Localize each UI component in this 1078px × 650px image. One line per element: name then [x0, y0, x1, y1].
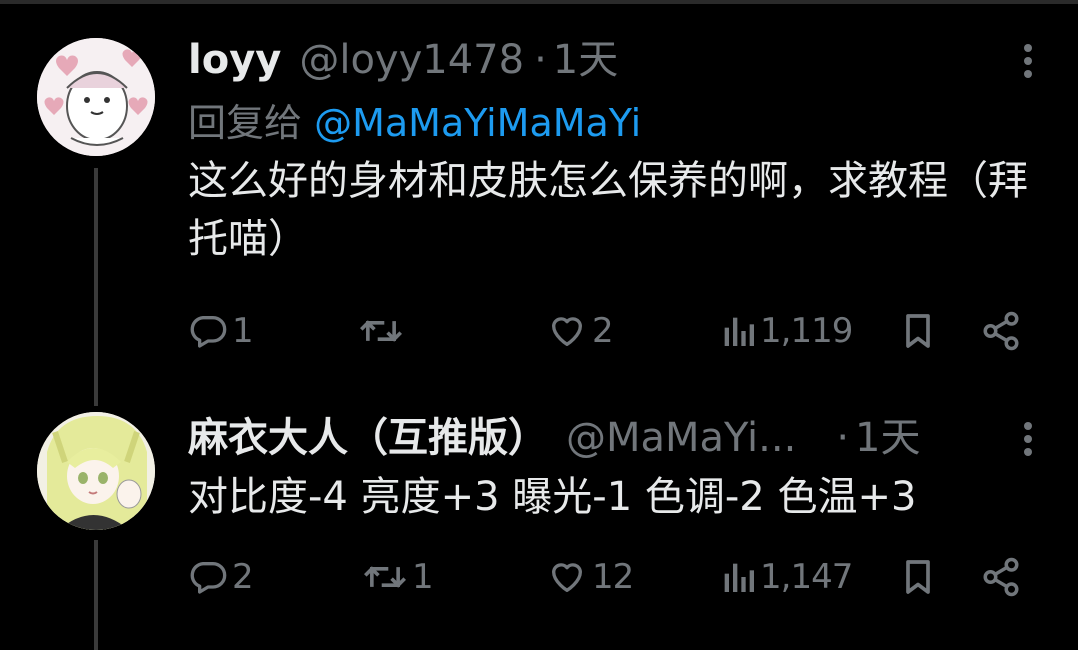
- views-icon: [724, 563, 754, 592]
- avatar-image: [37, 412, 155, 530]
- views-button[interactable]: 1,119: [720, 306, 853, 356]
- avatar[interactable]: [37, 38, 155, 156]
- share-icon: [983, 557, 1019, 597]
- top-divider: [0, 0, 1078, 4]
- like-count: 12: [592, 557, 634, 597]
- bookmark-button[interactable]: [898, 306, 938, 356]
- like-button[interactable]: 2: [546, 306, 614, 356]
- share-button[interactable]: [980, 552, 1022, 602]
- author-name[interactable]: 麻衣大人（互推版）: [188, 408, 548, 468]
- tweet-actions: 2 1 12 1,147: [188, 552, 1033, 602]
- view-count: 1,119: [760, 311, 853, 351]
- reply-icon: [190, 562, 227, 594]
- author-handle[interactable]: @loyy1478: [299, 30, 524, 90]
- reply-to-line: 回复给 @MaMaYiMaMaYi: [188, 94, 1038, 152]
- reply-count: 2: [232, 557, 254, 597]
- share-icon: [983, 311, 1019, 351]
- avatar[interactable]: [37, 412, 155, 530]
- thread-connector: [94, 168, 98, 406]
- timestamp[interactable]: 1天: [855, 408, 920, 468]
- thread-connector: [94, 540, 98, 650]
- tweet-text: 对比度-4 亮度+3 曝光-1 色调-2 色温+3: [188, 474, 917, 520]
- tweet-header: 麻衣大人（互推版） @MaMaYi... · 1天: [188, 408, 1038, 468]
- like-button[interactable]: 12: [546, 552, 634, 602]
- tweet-text: 这么好的身材和皮肤怎么保养的啊，求教程（拜托喵）: [188, 158, 1028, 262]
- avatar-image: [37, 38, 155, 156]
- separator: ·: [836, 415, 850, 461]
- tweet[interactable]: loyy @loyy1478 · 1天 回复给 @MaMaYiMaMaYi 这么…: [188, 30, 1038, 268]
- separator: ·: [534, 37, 547, 83]
- heart-icon: [552, 317, 582, 346]
- author-name[interactable]: loyy: [188, 30, 281, 90]
- reply-mention-link[interactable]: @MaMaYiMaMaYi: [314, 101, 641, 145]
- share-button[interactable]: [980, 306, 1022, 356]
- reply-count: 1: [232, 311, 254, 351]
- heart-icon: [552, 563, 582, 592]
- more-icon[interactable]: [1018, 44, 1038, 84]
- more-icon[interactable]: [1018, 422, 1038, 462]
- retweet-count: 1: [412, 557, 434, 597]
- reply-icon: [190, 316, 227, 348]
- reply-to-label: 回复给: [188, 101, 315, 145]
- bookmark-button[interactable]: [898, 552, 938, 602]
- retweet-icon: [360, 320, 402, 342]
- timestamp[interactable]: 1天: [553, 30, 618, 90]
- reply-button[interactable]: 2: [188, 552, 254, 602]
- bookmark-icon: [906, 314, 930, 348]
- tweet-header: loyy @loyy1478 · 1天: [188, 30, 1038, 90]
- view-count: 1,147: [760, 557, 853, 597]
- retweet-button[interactable]: 1: [362, 552, 434, 602]
- author-handle[interactable]: @MaMaYi...: [566, 408, 796, 468]
- retweet-button[interactable]: [358, 306, 408, 356]
- like-count: 2: [592, 311, 614, 351]
- tweet-actions: 1 2 1,119: [188, 306, 1033, 356]
- bookmark-icon: [906, 560, 930, 594]
- views-icon: [724, 317, 754, 346]
- views-button[interactable]: 1,147: [720, 552, 853, 602]
- retweet-icon: [364, 566, 406, 588]
- reply-button[interactable]: 1: [188, 306, 254, 356]
- tweet[interactable]: 麻衣大人（互推版） @MaMaYi... · 1天 对比度-4 亮度+3 曝光-…: [188, 408, 1038, 526]
